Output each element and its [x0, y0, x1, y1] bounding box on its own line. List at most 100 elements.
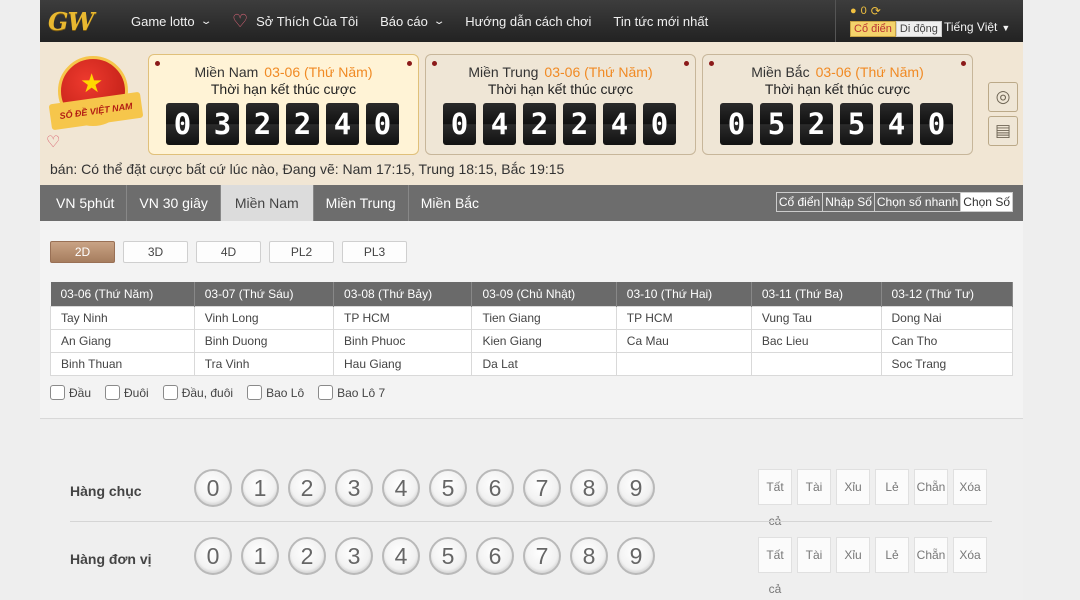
table-cell: Tien Giang — [471, 305, 617, 330]
number-ball[interactable]: 1 — [241, 537, 279, 575]
tab-mien-bac[interactable]: Miền Bắc — [409, 185, 491, 221]
number-ball[interactable]: 8 — [570, 537, 608, 575]
nav-news[interactable]: Tin tức mới nhất — [602, 0, 719, 42]
number-ball[interactable]: 4 — [382, 469, 420, 507]
mode-switch: Cổ điển Di động — [850, 21, 942, 37]
subtab-pl3[interactable]: PL3 — [342, 241, 407, 263]
checkbox-label: Bao Lô 7 — [337, 385, 386, 400]
clock-document-icon[interactable]: ▤ — [988, 116, 1018, 146]
card-title: Miền Bắc 03-06 (Thứ Năm) — [703, 64, 972, 80]
table-cell: Hau Giang — [333, 351, 473, 376]
checkbox-box[interactable] — [105, 385, 121, 400]
quick-select-buttons: Tất cả Tài Xỉu Lẻ Chẵn Xóa — [758, 469, 987, 528]
number-ball[interactable]: 2 — [288, 469, 326, 507]
column-header: 03-10 (Thứ Hai) — [616, 282, 752, 306]
tab-mien-trung[interactable]: Miền Trung — [314, 185, 409, 221]
select-even-button[interactable]: Chẵn — [914, 469, 948, 505]
nav-label: Báo cáo — [380, 13, 428, 29]
number-ball[interactable]: 3 — [335, 469, 373, 507]
nav-guide[interactable]: Hướng dẫn cách chơi — [454, 0, 602, 42]
number-ball[interactable]: 6 — [476, 537, 514, 575]
nav-favorites[interactable]: ♡ Sở Thích Của Tôi — [221, 0, 369, 42]
countdown-digits: 0 3 2 2 4 0 — [166, 103, 399, 145]
tab-vn-5min[interactable]: VN 5phút — [40, 185, 128, 221]
checkbox-box[interactable] — [318, 385, 334, 400]
countdown-card-central: Miền Trung 03-06 (Thứ Năm) Thời hạn kết t… — [425, 54, 696, 155]
globe-icon[interactable]: ◎ — [988, 82, 1018, 112]
countdown-digit: 2 — [563, 103, 596, 145]
countdown-digit: 2 — [246, 103, 279, 145]
digit-subtabs: 2D 3D 4D PL2 PL3 — [50, 241, 407, 263]
countdown-digit: 2 — [523, 103, 556, 145]
clear-button[interactable]: Xóa — [953, 537, 987, 573]
favorite-heart-icon[interactable]: ♡ — [46, 132, 60, 152]
number-ball[interactable]: 4 — [382, 537, 420, 575]
number-ball[interactable]: 9 — [617, 537, 655, 575]
select-odd-button[interactable]: Lẻ — [875, 469, 909, 505]
number-ball[interactable]: 6 — [476, 469, 514, 507]
table-cell: An Giang — [50, 328, 195, 353]
number-ball[interactable]: 3 — [335, 537, 373, 575]
star-icon: ★ — [80, 68, 104, 98]
clear-button[interactable]: Xóa — [953, 469, 987, 505]
select-odd-button[interactable]: Lẻ — [875, 537, 909, 573]
nav-reports[interactable]: Báo cáo ⌄ — [369, 0, 454, 42]
bet-type-enter-number[interactable]: Nhập Số — [823, 193, 875, 211]
select-even-button[interactable]: Chẵn — [914, 537, 948, 573]
select-small-button[interactable]: Xỉu — [836, 537, 870, 573]
refresh-icon[interactable]: ⟳ — [871, 4, 881, 18]
draw-schedule-table: 03-06 (Thứ Năm) 03-07 (Thứ Sáu) 03-08 (T… — [50, 282, 1014, 376]
mobile-mode-button[interactable]: Di động — [895, 21, 942, 37]
number-ball[interactable]: 0 — [194, 537, 232, 575]
checkbox-bao-lo[interactable]: Bao Lô — [247, 385, 304, 400]
subtab-4d[interactable]: 4D — [196, 241, 261, 263]
number-ball[interactable]: 5 — [429, 469, 467, 507]
bet-type-quick-pick[interactable]: Chọn số nhanh — [874, 193, 962, 211]
subtab-3d[interactable]: 3D — [123, 241, 188, 263]
table-cell: TP HCM — [333, 305, 473, 330]
select-all-button[interactable]: Tất cả — [758, 469, 792, 528]
bet-type-classic[interactable]: Cổ điển — [776, 193, 824, 211]
column-header: 03-11 (Thứ Ba) — [751, 282, 882, 306]
column-header: 03-09 (Chủ Nhật) — [471, 282, 617, 306]
checkbox-dau[interactable]: Đầu — [50, 385, 91, 400]
countdown-digit: 0 — [720, 103, 753, 145]
tab-vn-30sec[interactable]: VN 30 giây — [127, 185, 221, 221]
checkbox-box[interactable] — [247, 385, 263, 400]
subtab-pl2[interactable]: PL2 — [269, 241, 334, 263]
nav-game-lotto[interactable]: Game lotto ⌄ — [120, 0, 221, 42]
tab-mien-nam[interactable]: Miền Nam — [220, 185, 314, 221]
countdown-digit: 4 — [880, 103, 913, 145]
number-ball[interactable]: 7 — [523, 469, 561, 507]
countdown-digit: 0 — [920, 103, 953, 145]
subtab-2d[interactable]: 2D — [50, 241, 115, 263]
card-date: 03-06 (Thứ Năm) — [264, 64, 373, 80]
checkbox-box[interactable] — [50, 385, 65, 400]
checkbox-box[interactable] — [162, 385, 178, 400]
number-ball[interactable]: 9 — [617, 469, 655, 507]
select-big-button[interactable]: Tài — [797, 469, 831, 505]
language-selector[interactable]: Tiếng Việt ▼ — [944, 20, 1010, 34]
nav-label: Hướng dẫn cách chơi — [465, 13, 592, 29]
number-ball[interactable]: 1 — [241, 469, 279, 507]
bet-type-pick-number[interactable]: Chọn Số — [961, 193, 1012, 211]
select-small-button[interactable]: Xỉu — [836, 469, 870, 505]
column-header: 03-08 (Thứ Bảy) — [333, 282, 473, 306]
number-ball[interactable]: 8 — [570, 469, 608, 507]
checkbox-duoi[interactable]: Đuôi — [105, 385, 149, 400]
select-big-button[interactable]: Tài — [797, 537, 831, 573]
classic-mode-button[interactable]: Cổ điển — [850, 21, 896, 37]
countdown-digit: 0 — [366, 103, 399, 145]
number-ball[interactable]: 0 — [194, 469, 232, 507]
checkbox-bao-lo-7[interactable]: Bao Lô 7 — [318, 385, 385, 400]
number-ball[interactable]: 7 — [523, 537, 561, 575]
number-ball[interactable]: 2 — [288, 537, 326, 575]
table-cell: Vinh Long — [193, 305, 335, 330]
checkbox-dau-duoi[interactable]: Đầu, đuôi — [162, 385, 233, 400]
card-region: Miền Bắc — [751, 64, 810, 80]
card-caption: Thời hạn kết thúc cược — [487, 81, 634, 97]
site-logo[interactable]: GW — [40, 0, 120, 42]
table-row: An Giang Binh Duong Binh Phuoc Kien Gian… — [50, 328, 1014, 353]
number-ball[interactable]: 5 — [429, 537, 467, 575]
select-all-button[interactable]: Tất cả — [758, 537, 792, 596]
